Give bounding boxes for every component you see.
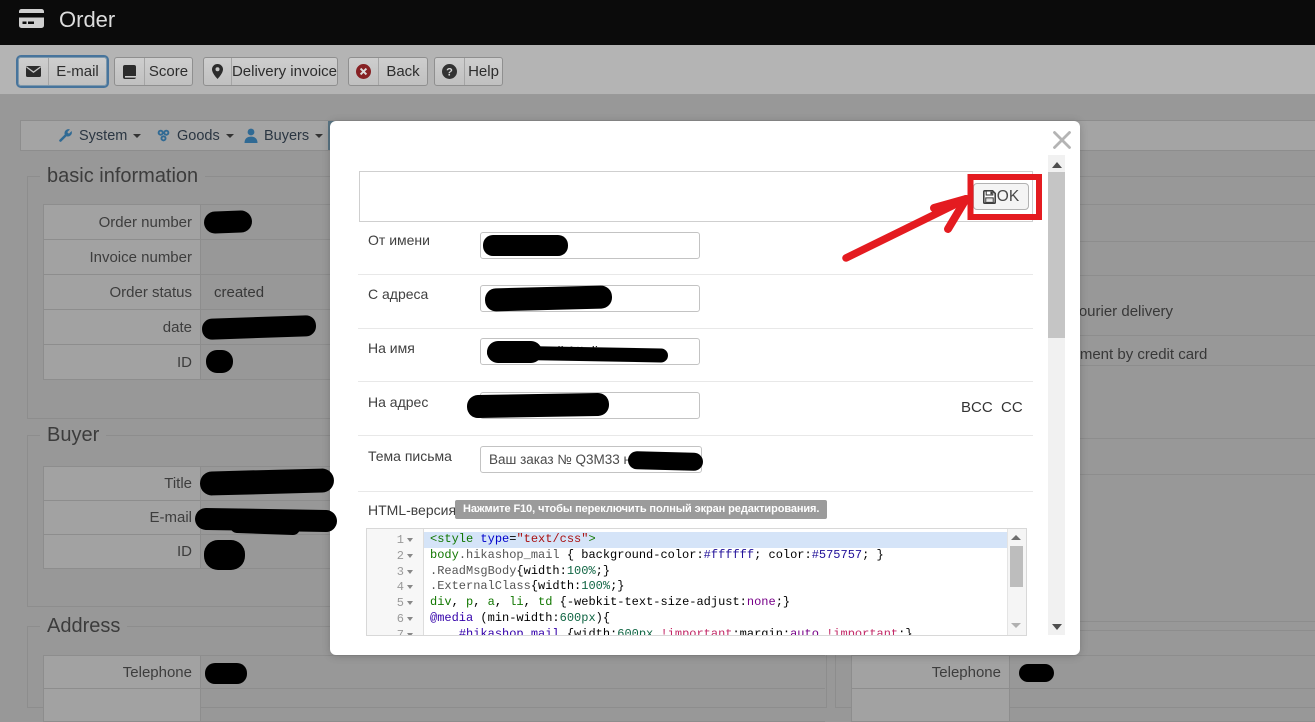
- svg-text:?: ?: [446, 66, 453, 78]
